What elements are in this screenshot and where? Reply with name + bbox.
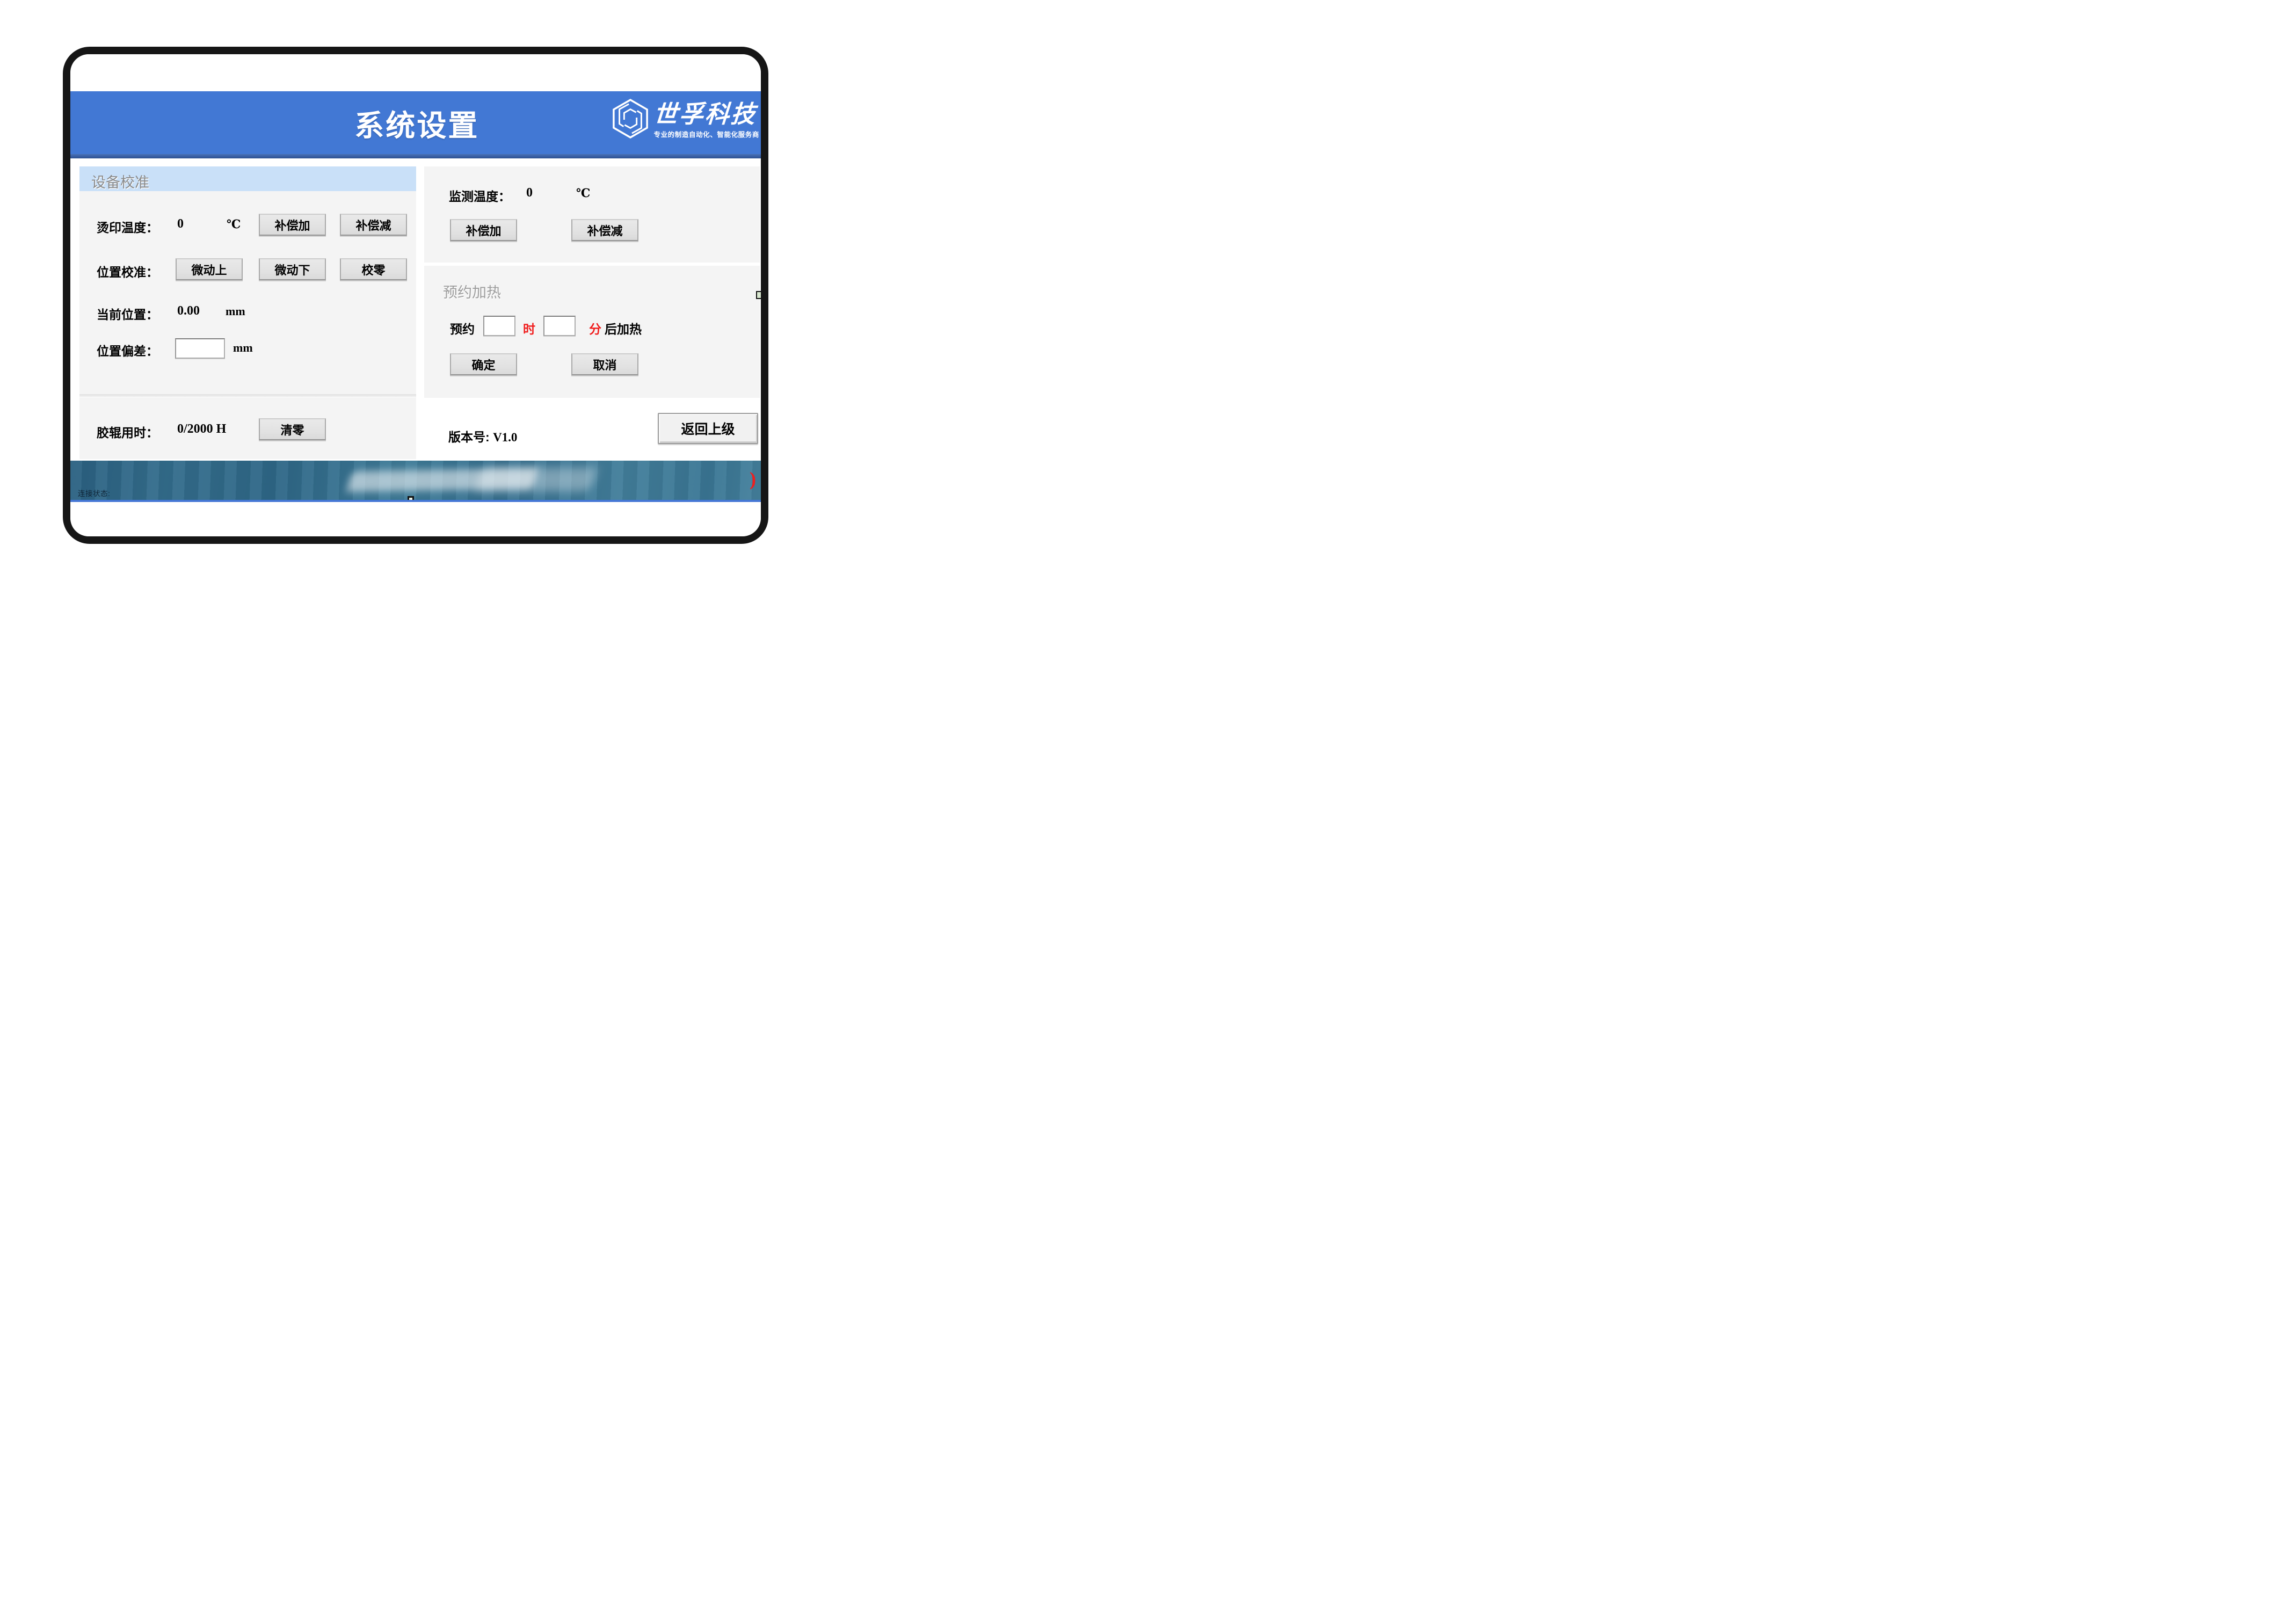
brand-tagline: 专业的制造自动化、智能化服务商 (653, 129, 759, 139)
version-value: V1.0 (493, 431, 517, 444)
monitor-temp-value: 0 (526, 186, 533, 200)
page: 系统设置 世孚科技 专业的制造自动化、智能化服务商 (0, 0, 830, 581)
reserve-hour-unit: 时 (523, 319, 535, 337)
version-row: 版本号: V1.0 (448, 427, 517, 445)
page-title: 系统设置 (354, 91, 479, 154)
monitor-comp-plus-button[interactable]: 补偿加 (450, 219, 517, 241)
reserve-heating-title: 预约加热 (443, 281, 501, 302)
monitor-comp-minus-button[interactable]: 补偿减 (571, 219, 638, 241)
monitor-panel: 监测温度： 0 ℃ 补偿加 补偿减 (424, 166, 760, 263)
connection-status-label: 连接状态: (78, 488, 110, 498)
stamp-temp-value: 0 (177, 217, 184, 231)
reserve-prefix-label: 预约 (450, 319, 475, 337)
brand-logo-icon (612, 98, 649, 142)
reserve-hour-input[interactable] (483, 316, 515, 336)
edge-clipped-widget (756, 291, 761, 299)
brand-block: 世孚科技 专业的制造自动化、智能化服务商 (612, 98, 759, 142)
calibration-panel-title: 设备校准 (91, 171, 149, 192)
monitor-temp-label: 监测温度： (449, 186, 511, 205)
jog-down-button[interactable]: 微动下 (259, 258, 326, 280)
device-frame: 系统设置 世孚科技 专业的制造自动化、智能化服务商 (63, 47, 768, 544)
reserve-heating-panel: 预约加热 预约 时 分 后加热 确定 取消 (424, 266, 760, 398)
jog-up-button[interactable]: 微动上 (176, 258, 243, 280)
roller-time-label: 胶辊用时： (97, 423, 158, 441)
reserve-ok-button[interactable]: 确定 (450, 353, 517, 375)
offset-input[interactable] (175, 338, 225, 359)
stamp-temp-unit: ℃ (227, 217, 241, 231)
current-pos-value: 0.00 (177, 304, 200, 318)
stamp-comp-plus-button[interactable]: 补偿加 (259, 214, 326, 236)
reserve-suffix-label: 后加热 (605, 319, 642, 337)
header-bar: 系统设置 世孚科技 专业的制造自动化、智能化服务商 (70, 91, 761, 158)
roller-clear-button[interactable]: 清零 (259, 418, 326, 440)
current-pos-unit: mm (226, 304, 245, 318)
brand-text: 世孚科技 专业的制造自动化、智能化服务商 (653, 101, 759, 139)
calibration-panel-header: 设备校准 (79, 166, 416, 191)
position-cal-label: 位置校准： (97, 262, 158, 280)
screen: 系统设置 世孚科技 专业的制造自动化、智能化服务商 (70, 54, 761, 536)
status-red-mark: ) (750, 468, 756, 490)
reserve-cancel-button[interactable]: 取消 (571, 353, 638, 375)
stamp-comp-minus-button[interactable]: 补偿减 (340, 214, 407, 236)
reserve-minute-unit: 分 (589, 319, 601, 337)
reserve-minute-input[interactable] (543, 316, 576, 336)
roller-time-value: 0/2000 H (177, 422, 226, 436)
status-bar: 连接状态: ) (70, 461, 761, 502)
stamp-temp-label: 烫印温度： (97, 217, 158, 236)
watermark-blur-2 (474, 468, 598, 491)
status-bottom-line (70, 500, 761, 502)
zero-cal-button[interactable]: 校零 (340, 258, 407, 280)
version-label: 版本号: (448, 430, 490, 444)
monitor-temp-unit: ℃ (576, 186, 590, 200)
back-button[interactable]: 返回上级 (658, 413, 758, 444)
offset-label: 位置偏差： (97, 341, 158, 359)
panel-separator (79, 394, 416, 398)
offset-unit: mm (233, 341, 253, 355)
calibration-panel: 设备校准 烫印温度： 0 ℃ 补偿加 补偿减 位置校准： 微动上 微动下 校零 … (79, 166, 416, 459)
header-bottom-strip (70, 154, 761, 158)
brand-name: 世孚科技 (653, 101, 758, 128)
current-pos-label: 当前位置： (97, 304, 158, 323)
